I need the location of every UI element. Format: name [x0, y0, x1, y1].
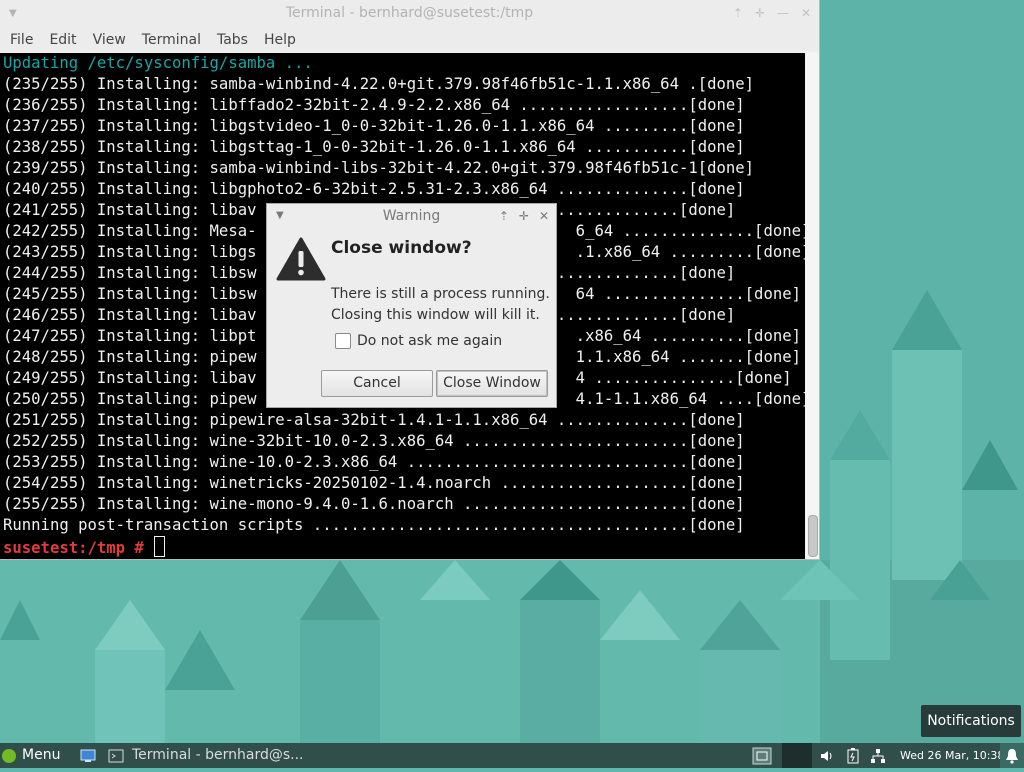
- dialog-titlebar[interactable]: ▼ Warning ⇡ ✛ ✕: [267, 204, 556, 228]
- terminal-icon: [108, 749, 124, 762]
- terminal-line: (235/255) Installing: samba-winbind-4.22…: [3, 75, 755, 93]
- app-menu-button[interactable]: Menu: [2, 743, 60, 768]
- terminal-title: Terminal - bernhard@susetest:/tmp: [285, 5, 534, 21]
- terminal-prompt-line: susetest:/tmp #: [0, 536, 805, 557]
- close-icon[interactable]: ✕: [801, 0, 811, 27]
- clock[interactable]: Wed 26 Mar, 10:38: [900, 743, 1004, 768]
- minimize-icon[interactable]: —: [777, 0, 789, 27]
- maximize-icon[interactable]: ✛: [755, 0, 765, 27]
- warning-triangle-icon: [276, 237, 326, 281]
- taskbar-window-label: Terminal - bernhard@s...: [132, 747, 304, 763]
- menu-terminal[interactable]: Terminal: [134, 27, 209, 51]
- terminal-line: (253/255) Installing: wine-10.0-2.3.x86_…: [3, 453, 745, 471]
- workspace-indicator[interactable]: [782, 743, 812, 768]
- dialog-heading: Close window?: [331, 238, 472, 258]
- show-desktop-icon[interactable]: [80, 743, 96, 768]
- dialog-message-line: There is still a process running.: [331, 286, 550, 302]
- screenshot-icon[interactable]: [750, 743, 774, 768]
- terminal-line: Updating /etc/sysconfig/samba ...: [3, 54, 313, 72]
- window-menu-icon[interactable]: ▼: [9, 0, 17, 27]
- battery-icon[interactable]: [842, 743, 864, 768]
- bell-icon[interactable]: [1000, 743, 1024, 768]
- dialog-menu-icon[interactable]: ▼: [276, 204, 284, 228]
- dialog-keep-above-icon[interactable]: ⇡: [499, 204, 509, 228]
- geeko-icon: [2, 748, 16, 763]
- checkbox-box[interactable]: [335, 333, 351, 349]
- terminal-line: (239/255) Installing: samba-winbind-libs…: [3, 159, 755, 177]
- terminal-line: (255/255) Installing: wine-mono-9.4.0-1.…: [3, 495, 745, 513]
- taskbar: Menu Terminal - bernhard@s... Wed 26 Mar…: [0, 743, 1024, 768]
- dialog-maximize-icon[interactable]: ✛: [519, 204, 529, 228]
- menu-file[interactable]: File: [2, 27, 41, 51]
- terminal-line: (254/255) Installing: winetricks-2025010…: [3, 474, 745, 492]
- dialog-message-line: Closing this window will kill it.: [331, 307, 540, 323]
- scrollbar-thumb[interactable]: [808, 515, 818, 557]
- volume-icon[interactable]: [816, 743, 838, 768]
- menu-help[interactable]: Help: [256, 27, 304, 51]
- terminal-line: (236/255) Installing: libffado2-32bit-2.…: [3, 96, 745, 114]
- close-window-button[interactable]: Close Window: [436, 370, 548, 397]
- dialog-title: Warning: [382, 208, 441, 224]
- checkbox-label: Do not ask me again: [357, 333, 503, 349]
- terminal-menubar: File Edit View Terminal Tabs Help: [0, 27, 819, 51]
- text-cursor: [154, 536, 166, 557]
- terminal-line: (237/255) Installing: libgstvideo-1_0-0-…: [3, 117, 745, 135]
- terminal-line: (240/255) Installing: libgphoto2-6-32bit…: [3, 180, 745, 198]
- warning-dialog: ▼ Warning ⇡ ✛ ✕ Close window? There is s…: [266, 203, 557, 408]
- terminal-line: (251/255) Installing: pipewire-alsa-32bi…: [3, 411, 745, 429]
- keep-above-icon[interactable]: ⇡: [733, 0, 743, 27]
- cancel-button[interactable]: Cancel: [321, 370, 433, 397]
- terminal-scrollbar[interactable]: [805, 53, 819, 559]
- notifications-tooltip: Notifications: [921, 705, 1021, 737]
- menu-tabs[interactable]: Tabs: [209, 27, 256, 51]
- terminal-line: (252/255) Installing: wine-32bit-10.0-2.…: [3, 432, 745, 450]
- menu-edit[interactable]: Edit: [41, 27, 84, 51]
- network-icon[interactable]: [867, 743, 889, 768]
- terminal-line: (238/255) Installing: libgsttag-1_0-0-32…: [3, 138, 745, 156]
- do-not-ask-checkbox[interactable]: Do not ask me again: [335, 333, 502, 349]
- terminal-line: Running post-transaction scripts .......…: [3, 516, 745, 534]
- shell-prompt: susetest:/tmp #: [3, 539, 144, 557]
- app-menu-label: Menu: [22, 747, 61, 763]
- dialog-message: There is still a process running. Closin…: [331, 284, 550, 326]
- dialog-close-icon[interactable]: ✕: [539, 204, 549, 228]
- menu-view[interactable]: View: [85, 27, 134, 51]
- terminal-titlebar[interactable]: ▼ Terminal - bernhard@susetest:/tmp ⇡ ✛ …: [0, 0, 819, 27]
- taskbar-window-terminal[interactable]: Terminal - bernhard@s...: [108, 743, 304, 768]
